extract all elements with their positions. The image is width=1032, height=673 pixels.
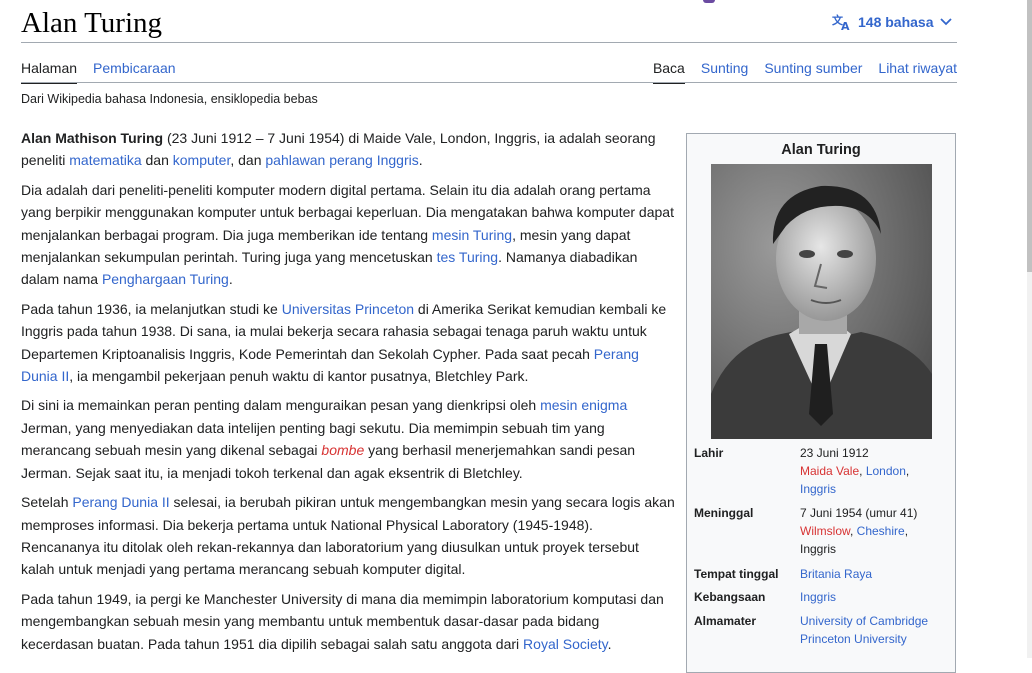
- paragraph-6: Pada tahun 1949, ia pergi ke Manchester …: [21, 590, 664, 652]
- paragraph-3: Pada tahun 1936, ia melanjutkan studi ke…: [21, 300, 667, 385]
- chevron-down-icon: [939, 18, 952, 26]
- link-komputer[interactable]: komputer: [173, 152, 231, 168]
- infobox: Alan Turing Lahir 23 Juni 1912 Maida Val…: [686, 133, 956, 673]
- paragraph-5: Setelah Perang Dunia II selesai, ia beru…: [21, 494, 675, 578]
- link-tes-turing[interactable]: tes Turing: [437, 249, 498, 265]
- tab-sunting-sumber[interactable]: Sunting sumber: [764, 60, 862, 84]
- infobox-row-tempat-tinggal: Tempat tinggal Britania Raya: [694, 567, 873, 581]
- browser-tab-indicator: [703, 0, 715, 3]
- link-perang-dunia-ii-2[interactable]: Perang Dunia II: [72, 494, 169, 510]
- translate-icon: 文 A: [832, 13, 852, 31]
- link-royal-society[interactable]: Royal Society: [523, 636, 608, 652]
- paragraph-intro: Alan Mathison Turing (23 Juni 1912 – 7 J…: [21, 130, 656, 169]
- link-wilmslow[interactable]: Wilmslow: [800, 524, 850, 538]
- link-maida-vale[interactable]: Maida Vale: [800, 464, 859, 478]
- link-mesin-turing[interactable]: mesin Turing: [432, 227, 512, 243]
- namespace-tabs: Halaman Pembicaraan: [21, 60, 192, 84]
- infobox-title: Alan Turing: [781, 142, 861, 158]
- infobox-row-almamater: Almamater University of Cambridge Prince…: [694, 614, 929, 646]
- tab-lihat-riwayat[interactable]: Lihat riwayat: [878, 60, 957, 84]
- link-london[interactable]: London: [866, 464, 906, 478]
- scrollbar-thumb[interactable]: [1027, 0, 1032, 272]
- tab-sunting[interactable]: Sunting: [701, 60, 748, 84]
- title-divider: [21, 42, 957, 43]
- svg-text:A: A: [841, 20, 850, 31]
- portrait-photo[interactable]: [711, 164, 932, 439]
- paragraph-4: Di sini ia memainkan peran penting dalam…: [21, 397, 636, 481]
- link-matematika[interactable]: matematika: [69, 152, 141, 168]
- link-penghargaan-turing[interactable]: Penghargaan Turing: [102, 271, 229, 287]
- language-count-label: 148 bahasa: [858, 14, 934, 30]
- link-inggris-kebangsaan[interactable]: Inggris: [800, 590, 836, 604]
- link-cheshire[interactable]: Cheshire: [857, 524, 905, 538]
- link-universitas-princeton[interactable]: Universitas Princeton: [282, 301, 414, 317]
- article-body: Alan Mathison Turing (23 Juni 1912 – 7 J…: [21, 127, 675, 662]
- language-selector-button[interactable]: 文 A 148 bahasa: [832, 13, 952, 31]
- infobox-row-meninggal: Meninggal 7 Juni 1954 (umur 41) Wilmslow…: [694, 506, 918, 556]
- link-britania-raya[interactable]: Britania Raya: [800, 567, 872, 581]
- tabs-divider: [21, 82, 957, 83]
- link-princeton-university[interactable]: Princeton University: [800, 632, 907, 646]
- infobox-row-kebangsaan: Kebangsaan Inggris: [694, 590, 837, 604]
- view-tabs: Baca Sunting Sunting sumber Lihat riwaya…: [637, 60, 957, 84]
- link-inggris-lahir[interactable]: Inggris: [800, 482, 836, 496]
- link-pahlawan-perang[interactable]: pahlawan perang Inggris: [265, 152, 418, 168]
- link-bombe-redlink[interactable]: bombe: [321, 442, 364, 458]
- paragraph-2: Dia adalah dari peneliti-peneliti komput…: [21, 181, 674, 288]
- infobox-row-lahir: Lahir 23 Juni 1912 Maida Vale, London, I…: [694, 446, 910, 496]
- site-tagline: Dari Wikipedia bahasa Indonesia, ensiklo…: [21, 92, 318, 106]
- tab-baca[interactable]: Baca: [652, 60, 685, 84]
- link-mesin-enigma[interactable]: mesin enigma: [540, 397, 627, 413]
- page-title: Alan Turing: [21, 7, 163, 39]
- subject-name: Alan Mathison Turing: [21, 130, 164, 146]
- tab-halaman[interactable]: Halaman: [21, 60, 78, 84]
- link-university-of-cambridge[interactable]: University of Cambridge: [800, 614, 928, 628]
- tab-pembicaraan[interactable]: Pembicaraan: [93, 60, 176, 84]
